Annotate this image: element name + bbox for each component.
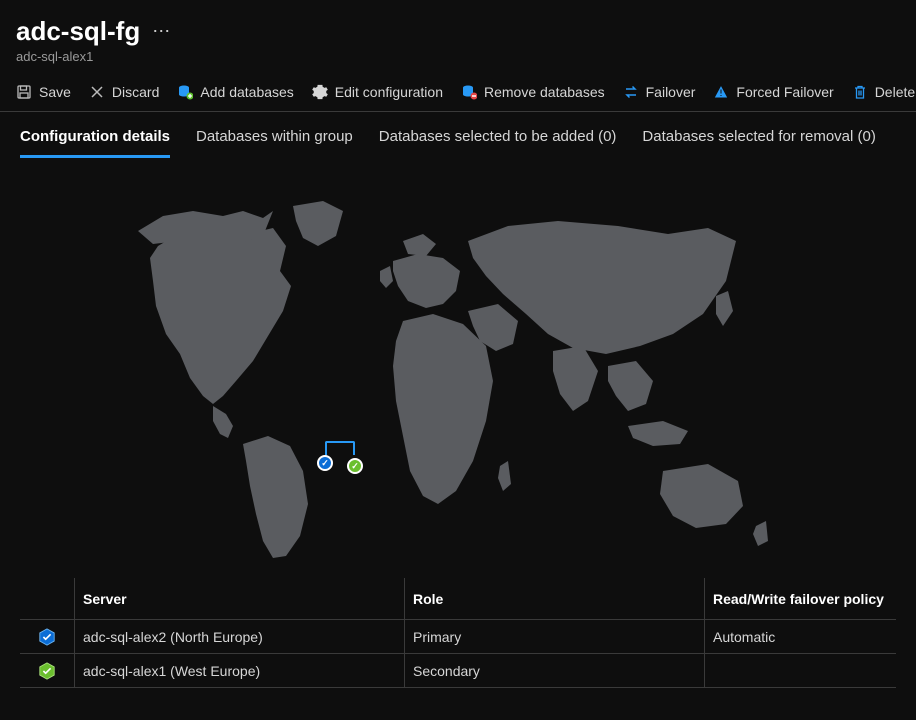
table-header: Server Role Read/Write failover policy [20,578,896,620]
close-icon [89,84,105,100]
edit-configuration-button[interactable]: Edit configuration [312,84,443,100]
world-map: ✓ ✓ [0,158,916,578]
failover-button[interactable]: Failover [623,84,696,100]
tab-databases-to-remove[interactable]: Databases selected for removal (0) [642,128,875,158]
check-icon: ✓ [351,461,359,472]
map-marker-primary[interactable]: ✓ [317,455,333,471]
delete-button[interactable]: Delete [852,84,915,100]
more-options-button[interactable]: ⋯ [152,21,171,42]
secondary-server-icon [38,662,56,680]
save-button[interactable]: Save [16,84,71,100]
remove-databases-button[interactable]: Remove databases [461,84,605,100]
table-row[interactable]: adc-sql-alex1 (West Europe) Secondary [20,654,896,688]
role-cell: Secondary [404,654,704,687]
policy-cell [704,654,896,687]
add-databases-button[interactable]: Add databases [177,84,293,100]
table-row[interactable]: adc-sql-alex2 (North Europe) Primary Aut… [20,620,896,654]
primary-server-icon [38,628,56,646]
warning-icon [713,84,729,100]
discard-button[interactable]: Discard [89,84,159,100]
col-role: Role [404,578,704,619]
delete-label: Delete [875,84,915,100]
policy-cell: Automatic [704,620,896,653]
remove-databases-label: Remove databases [484,84,605,100]
database-add-icon [177,84,193,100]
tab-configuration-details[interactable]: Configuration details [20,128,170,158]
marker-connector [325,441,355,455]
failover-label: Failover [646,84,696,100]
servers-table: Server Role Read/Write failover policy a… [0,578,916,688]
role-cell: Primary [404,620,704,653]
world-map-svg [108,186,808,566]
failover-icon [623,84,639,100]
map-marker-secondary[interactable]: ✓ [347,458,363,474]
discard-label: Discard [112,84,159,100]
add-databases-label: Add databases [200,84,293,100]
tab-databases-within-group[interactable]: Databases within group [196,128,353,158]
col-server: Server [74,578,404,619]
forced-failover-label: Forced Failover [736,84,833,100]
toolbar: Save Discard Add databases Edit configur… [0,70,916,112]
server-cell: adc-sql-alex1 (West Europe) [74,654,404,687]
server-cell: adc-sql-alex2 (North Europe) [74,620,404,653]
tab-databases-to-add[interactable]: Databases selected to be added (0) [379,128,617,158]
trash-icon [852,84,868,100]
check-icon: ✓ [321,458,329,469]
save-icon [16,84,32,100]
page-title: adc-sql-fg [16,16,140,47]
save-label: Save [39,84,71,100]
forced-failover-button[interactable]: Forced Failover [713,84,833,100]
gear-icon [312,84,328,100]
database-remove-icon [461,84,477,100]
tabs-bar: Configuration details Databases within g… [0,112,916,158]
edit-configuration-label: Edit configuration [335,84,443,100]
breadcrumb: adc-sql-alex1 [16,49,900,64]
col-policy: Read/Write failover policy [704,578,896,619]
